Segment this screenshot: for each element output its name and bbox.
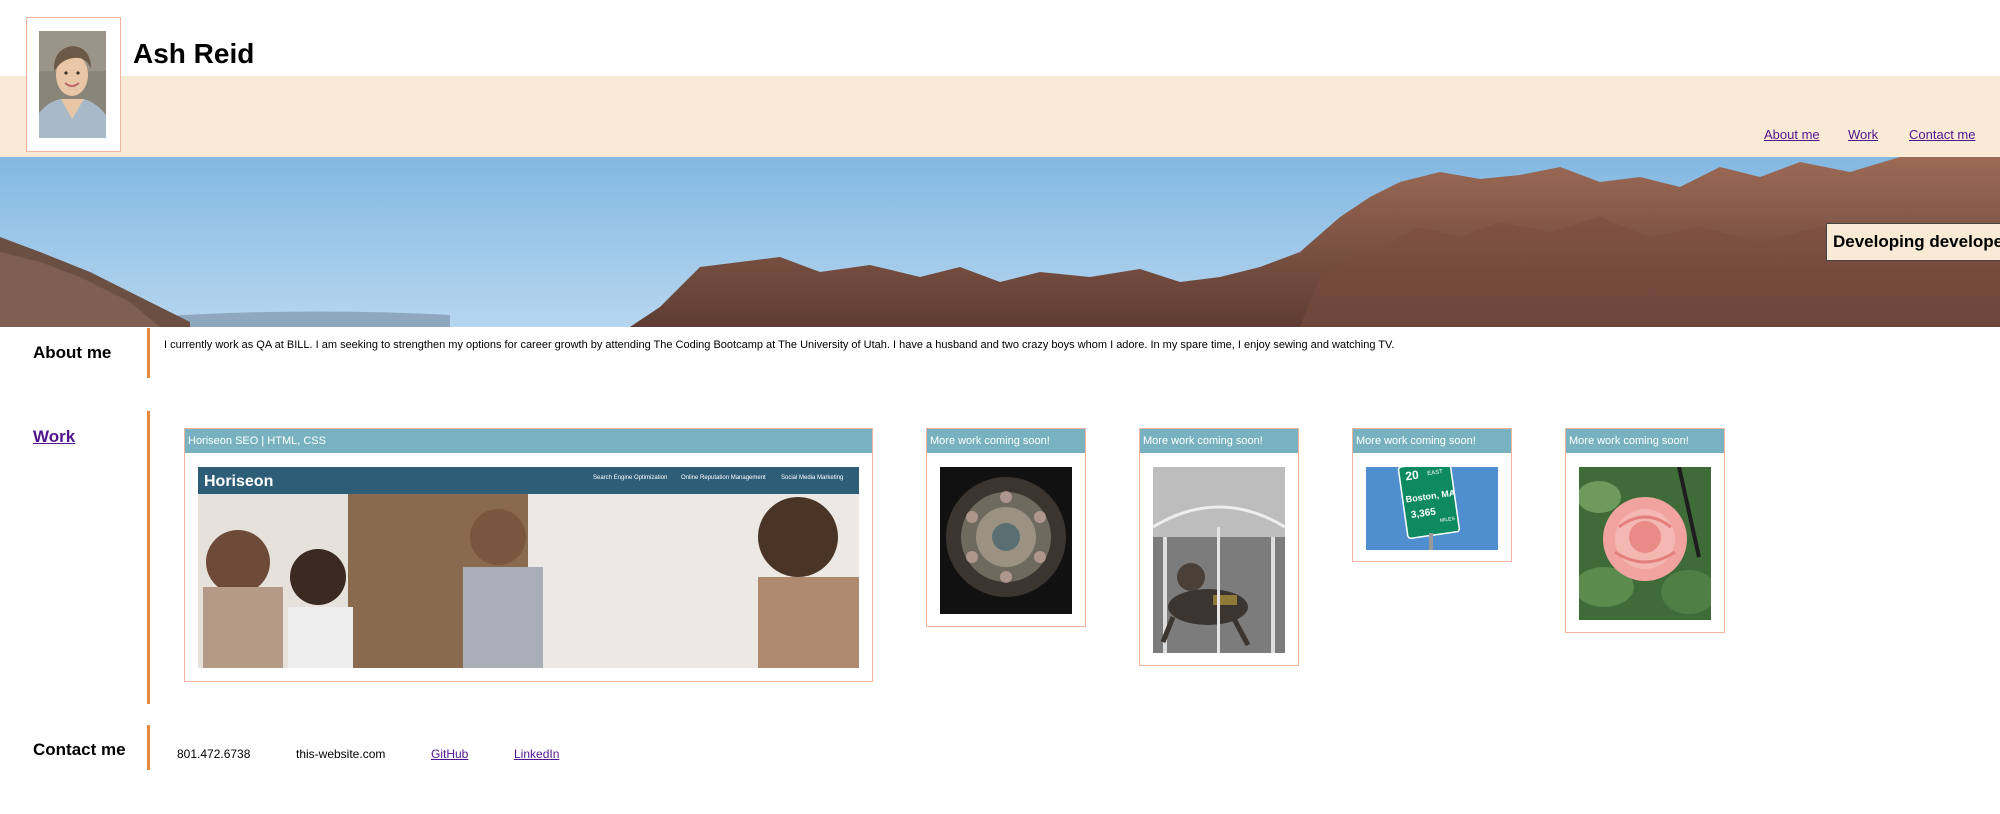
nav-link-work[interactable]: Work	[1848, 127, 1878, 142]
nav-link-about[interactable]: About me	[1764, 127, 1820, 142]
horiseon-nav-1: Search Engine Optimization	[593, 475, 667, 481]
contact-website: this-website.com	[296, 747, 386, 761]
about-text: I currently work as QA at BILL. I am see…	[164, 339, 1395, 351]
contact-github-link[interactable]: GitHub	[431, 747, 468, 761]
rose-image	[1579, 467, 1711, 620]
work-card-title: Horiseon SEO | HTML, CSS	[185, 429, 872, 453]
horiseon-image: Horiseon Search Engine Optimization Onli…	[198, 467, 859, 668]
site-header: Ash Reid About me Work Contact me	[0, 0, 2000, 157]
hero-banner	[0, 157, 2000, 327]
contact-linkedin-link[interactable]: LinkedIn	[514, 747, 559, 761]
nav-link-contact[interactable]: Contact me	[1909, 127, 1975, 142]
work-heading-link[interactable]: Work	[33, 427, 75, 447]
about-heading: About me	[33, 343, 112, 362]
horiseon-screenshot[interactable]: Horiseon Search Engine Optimization Onli…	[198, 467, 859, 668]
kaleidoscope-image	[940, 467, 1072, 614]
work-accent-bar	[147, 411, 150, 704]
work-card-upcoming-2[interactable]: More work coming soon!	[1139, 428, 1299, 666]
horiseon-logo: Horiseon	[204, 473, 273, 490]
avatar	[26, 17, 121, 152]
about-accent-bar	[147, 328, 150, 378]
hero-landscape-image	[0, 157, 2000, 327]
hero-tagline: Developing developer	[1826, 223, 2000, 261]
work-card-title: More work coming soon!	[1140, 429, 1298, 453]
work-card-featured[interactable]: Horiseon SEO | HTML, CSS Horiseon Search…	[184, 428, 873, 682]
work-card-title: More work coming soon!	[927, 429, 1085, 453]
work-card-upcoming-1[interactable]: More work coming soon!	[926, 428, 1086, 627]
work-card-upcoming-4[interactable]: More work coming soon!	[1565, 428, 1725, 633]
work-card-upcoming-3[interactable]: More work coming soon! 20 EAST Boston, M…	[1352, 428, 1512, 562]
header-band	[0, 76, 2000, 157]
site-title: Ash Reid	[133, 38, 255, 69]
profile-photo	[39, 31, 106, 138]
horiseon-nav-3: Social Media Marketing	[781, 475, 843, 481]
horiseon-nav-2: Online Reputation Management	[681, 475, 766, 481]
sign-route: 20	[1405, 468, 1420, 484]
road-sign-image: 20 EAST Boston, MA 3,365 MILES	[1366, 467, 1498, 550]
contact-accent-bar	[147, 725, 150, 770]
work-card-title: More work coming soon!	[1353, 429, 1511, 453]
contact-phone: 801.472.6738	[177, 747, 251, 761]
contact-heading: Contact me	[33, 740, 126, 759]
work-card-title: More work coming soon!	[1566, 429, 1724, 453]
carousel-image	[1153, 467, 1285, 653]
